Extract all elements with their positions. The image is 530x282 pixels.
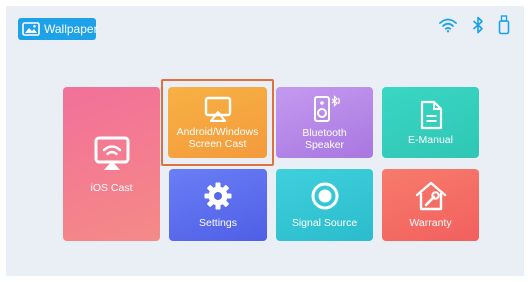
wifi-icon	[438, 17, 458, 33]
signal-source-label: Signal Source	[291, 217, 358, 229]
warranty-label: Warranty	[409, 217, 452, 229]
signal-source-icon	[310, 181, 340, 211]
settings-label: Settings	[199, 217, 237, 229]
launcher-screen: Wallpaper iOS Cast Android/Windows Scree…	[6, 6, 524, 276]
ios-cast-tile[interactable]: iOS Cast	[63, 87, 160, 241]
settings-tile[interactable]: Settings	[169, 169, 267, 241]
bluetooth-speaker-label-line2: Speaker	[304, 138, 345, 151]
warranty-tile[interactable]: Warranty	[382, 169, 479, 241]
wallpaper-button[interactable]: Wallpaper	[18, 18, 98, 40]
cast-screen-icon	[93, 134, 131, 172]
bluetooth-speaker-tile[interactable]: Bluetooth Speaker	[276, 87, 373, 158]
e-manual-label: E-Manual	[408, 133, 453, 146]
document-icon	[418, 100, 444, 130]
status-bar	[438, 15, 510, 35]
focus-highlight	[161, 79, 274, 166]
e-manual-tile[interactable]: E-Manual	[382, 87, 479, 158]
wallpaper-label: Wallpaper	[44, 22, 98, 36]
bluetooth-icon	[472, 16, 484, 34]
gear-icon	[203, 181, 233, 211]
usb-drive-icon	[498, 15, 510, 35]
ios-cast-label: iOS Cast	[90, 182, 133, 194]
signal-source-tile[interactable]: Signal Source	[276, 169, 373, 241]
bluetooth-speaker-label-line1: Bluetooth	[302, 126, 347, 139]
house-wrench-icon	[414, 181, 448, 211]
image-icon	[22, 22, 40, 36]
speaker-icon	[309, 94, 341, 123]
